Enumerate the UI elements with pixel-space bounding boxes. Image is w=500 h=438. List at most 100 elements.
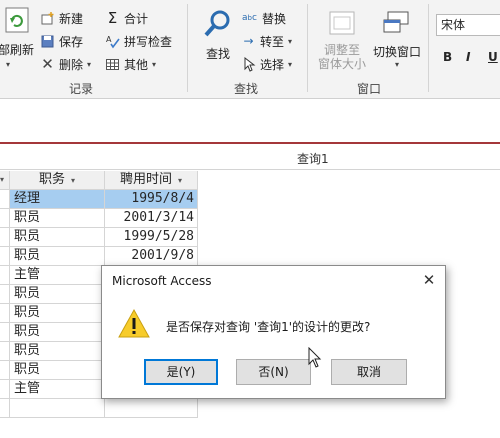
document-tab-bar xyxy=(0,142,500,170)
header-dropdown-fragment[interactable]: ▾ xyxy=(0,171,10,189)
position-cell[interactable]: 职员 xyxy=(10,323,105,341)
new-record-icon xyxy=(40,11,55,26)
row-cell xyxy=(0,285,10,303)
switch-windows-icon xyxy=(383,11,409,33)
close-icon[interactable]: ✕ xyxy=(419,270,439,290)
position-cell[interactable]: 职员 xyxy=(10,285,105,303)
select-label: 选择 xyxy=(260,57,285,72)
chevron-down-icon: ▾ xyxy=(288,59,293,69)
delete-button[interactable]: ✕ 删除 ▾ xyxy=(40,55,91,73)
dialog-title: Microsoft Access xyxy=(112,274,212,288)
hire-date-cell[interactable] xyxy=(105,399,198,417)
refresh-all-button[interactable]: 部刷新 ▾ xyxy=(0,6,34,69)
cursor-arrow-icon xyxy=(241,56,256,72)
window-group-label: 窗口 xyxy=(357,82,382,96)
position-cell[interactable]: 职员 xyxy=(10,247,105,265)
table-row[interactable]: 职员 2001/3/14 xyxy=(0,209,198,228)
save-button[interactable]: 保存 xyxy=(40,32,83,50)
row-cell xyxy=(0,380,10,398)
table-row[interactable]: 职员 1999/5/28 xyxy=(0,228,198,247)
chevron-down-icon: ▾ xyxy=(152,59,157,69)
position-cell[interactable]: 职员 xyxy=(10,209,105,227)
find-button[interactable]: 查找 xyxy=(198,8,238,62)
hire-date-cell[interactable]: 1999/5/28 xyxy=(105,228,198,246)
delete-icon: ✕ xyxy=(41,55,54,73)
spelling-icon: A xyxy=(105,34,120,49)
position-cell[interactable]: 职员 xyxy=(10,304,105,322)
chevron-down-icon: ▾ xyxy=(87,59,92,69)
spelling-button[interactable]: A 拼写检查 xyxy=(105,32,172,50)
table-row[interactable]: 经理 1995/8/4 xyxy=(0,190,198,209)
switch-windows-button[interactable]: 切换窗口 ▾ xyxy=(370,10,424,69)
no-button[interactable]: 否(N) xyxy=(236,359,311,385)
position-cell[interactable]: 职员 xyxy=(10,342,105,360)
column-header-label: 聘用时间 xyxy=(119,172,172,187)
chevron-down-icon: ▾ xyxy=(6,60,11,69)
cancel-button[interactable]: 取消 xyxy=(331,359,407,385)
chevron-down-icon: ▾ xyxy=(71,176,76,185)
replace-label: 替换 xyxy=(262,11,287,26)
more-label: 其他 xyxy=(124,57,149,72)
more-button[interactable]: 其他 ▾ xyxy=(105,55,156,73)
delete-label: 删除 xyxy=(59,57,84,72)
goto-button[interactable]: → 转至 ▾ xyxy=(241,32,292,50)
new-record-button[interactable]: 新建 xyxy=(40,9,83,27)
save-changes-dialog: Microsoft Access ✕ 是否保存对查询 '查询1'的设计的更改? … xyxy=(101,265,446,399)
hire-date-cell[interactable]: 2001/3/14 xyxy=(105,209,198,227)
font-name-select[interactable]: 宋体 xyxy=(436,14,500,36)
save-icon xyxy=(40,34,55,49)
table-row[interactable]: 职员 2001/9/8 xyxy=(0,247,198,266)
magnifier-icon xyxy=(204,10,230,37)
position-cell[interactable]: 职员 xyxy=(10,361,105,379)
row-cell xyxy=(0,304,10,322)
records-group-label: 记录 xyxy=(69,82,94,96)
ribbon: 部刷新 ▾ 新建 保存 ✕ 删除 ▾ Σ 合计 A 拼写检查 其他 ▾ 记录 查… xyxy=(0,0,500,99)
dialog-body: 是否保存对查询 '查询1'的设计的更改? 是(Y) 否(N) 取消 xyxy=(102,296,445,398)
fit-to-window-button[interactable]: 调整至 窗体大小 xyxy=(313,10,371,71)
position-cell[interactable]: 主管 xyxy=(10,380,105,398)
row-cell xyxy=(0,247,10,265)
italic-button[interactable]: I xyxy=(466,50,470,64)
document-tab-title[interactable]: 查询1 xyxy=(297,150,329,167)
datasheet-header-row: ▾ 职务 ▾ 聘用时间 ▾ xyxy=(0,171,198,190)
chevron-down-icon: ▾ xyxy=(288,36,293,46)
group-divider xyxy=(307,4,308,92)
underline-button[interactable]: U xyxy=(488,50,498,64)
column-header-hire-date[interactable]: 聘用时间 ▾ xyxy=(105,171,198,189)
position-cell[interactable]: 职员 xyxy=(10,228,105,246)
warning-icon xyxy=(118,308,150,338)
chevron-down-icon: ▾ xyxy=(394,60,399,69)
position-cell[interactable]: 经理 xyxy=(10,190,105,208)
goto-label: 转至 xyxy=(260,34,285,49)
row-cell xyxy=(0,323,10,341)
switch-windows-label: 切换窗口 xyxy=(372,45,421,59)
table-icon xyxy=(105,57,120,72)
select-button[interactable]: 选择 ▾ xyxy=(241,55,292,73)
totals-label: 合计 xyxy=(124,11,149,26)
chevron-down-icon: ▾ xyxy=(0,175,5,184)
bold-button[interactable]: B xyxy=(443,50,452,64)
replace-button[interactable]: abc 替换 xyxy=(241,9,286,27)
row-cell xyxy=(0,209,10,227)
row-cell xyxy=(0,342,10,360)
find-group-label: 查找 xyxy=(234,82,259,96)
position-cell[interactable]: 主管 xyxy=(10,266,105,284)
row-cell xyxy=(0,399,10,417)
column-header-position[interactable]: 职务 ▾ xyxy=(10,171,105,189)
row-cell xyxy=(0,361,10,379)
table-row-empty[interactable] xyxy=(0,399,198,418)
chevron-down-icon: ▾ xyxy=(178,176,183,185)
save-label: 保存 xyxy=(59,34,84,49)
totals-button[interactable]: Σ 合计 xyxy=(105,9,148,27)
position-cell[interactable] xyxy=(10,399,105,417)
navigation-blank-area xyxy=(0,99,500,142)
sigma-icon: Σ xyxy=(107,9,118,27)
hire-date-cell[interactable]: 1995/8/4 xyxy=(105,190,198,208)
hire-date-cell[interactable]: 2001/9/8 xyxy=(105,247,198,265)
arrow-right-icon: → xyxy=(243,34,254,48)
fit-window-label-1: 调整至 xyxy=(323,43,360,57)
refresh-all-label: 部刷新 xyxy=(0,43,35,57)
new-record-label: 新建 xyxy=(59,11,84,26)
yes-button[interactable]: 是(Y) xyxy=(144,359,218,385)
fit-window-icon xyxy=(329,11,355,35)
